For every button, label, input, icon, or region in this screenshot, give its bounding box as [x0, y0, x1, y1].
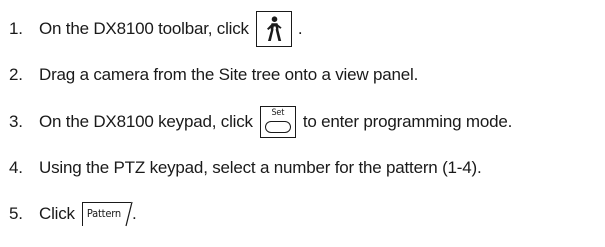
pattern-button[interactable]: Pattern [81, 201, 133, 227]
step-number: 3. [9, 112, 23, 131]
step-text-end: to enter programming mode. [302, 112, 513, 131]
step-number: 1. [9, 19, 23, 38]
step-text: On the DX8100 keypad, click [39, 112, 253, 131]
step-text: Drag a camera from the Site tree onto a … [39, 65, 419, 84]
step-text: On the DX8100 toolbar, click [39, 19, 249, 38]
step-text: Using the PTZ keypad, select a number fo… [39, 158, 482, 177]
step-text: Click [39, 204, 75, 223]
pattern-button-edge [125, 201, 133, 227]
walking-person-icon[interactable] [255, 11, 292, 47]
set-key-label: Set [271, 108, 285, 118]
step-text-end: . [131, 204, 137, 223]
step-2: 2. Drag a camera from the Site tree onto… [0, 57, 418, 93]
step-5: 5. Click Pattern . [0, 196, 137, 232]
step-number: 5. [9, 204, 23, 223]
step-number: 2. [9, 65, 23, 84]
step-4: 4. Using the PTZ keypad, select a number… [0, 150, 482, 186]
procedure-steps: 1. On the DX8100 toolbar, click . 2. Dra… [0, 0, 605, 247]
step-1: 1. On the DX8100 toolbar, click . [0, 11, 303, 47]
step-3: 3. On the DX8100 keypad, click Set to en… [0, 104, 512, 140]
step-text-end: . [297, 19, 303, 38]
set-key-button[interactable]: Set [259, 106, 296, 138]
walking-person-glyph [266, 16, 282, 41]
step-number: 4. [9, 158, 23, 177]
key-pad-shape [264, 121, 291, 133]
pattern-button-label: Pattern [86, 207, 121, 220]
